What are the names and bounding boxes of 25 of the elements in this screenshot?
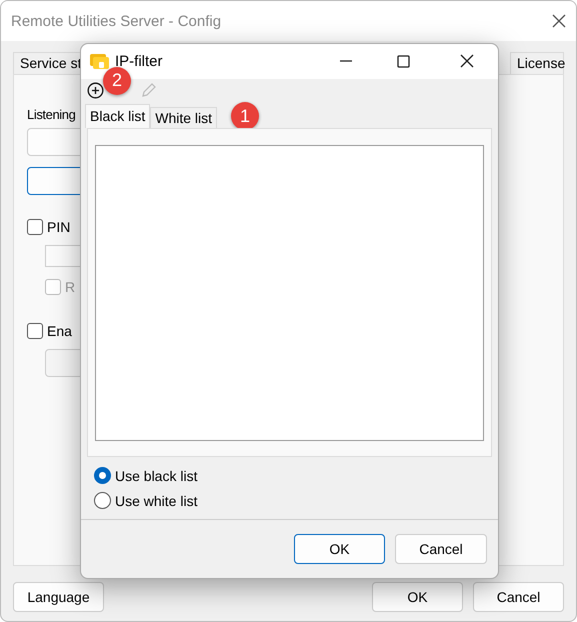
checkbox[interactable]: [27, 219, 43, 235]
language-button[interactable]: Language: [13, 582, 104, 612]
maximize-icon[interactable]: [397, 54, 410, 68]
checkbox-label: PIN: [47, 219, 70, 235]
close-icon[interactable]: [460, 54, 474, 68]
cancel-button[interactable]: Cancel: [473, 582, 564, 612]
window-title: Remote Utilities Server - Config: [11, 12, 222, 30]
tab[interactable]: Black list: [85, 104, 150, 128]
radio-label: Use white list: [115, 492, 198, 508]
checkbox-label: R: [65, 279, 76, 295]
radio-label: Use black list: [115, 468, 198, 484]
tab[interactable]: White list: [150, 107, 218, 128]
close-icon[interactable]: [552, 14, 566, 28]
checkbox[interactable]: [27, 323, 43, 339]
ok-button[interactable]: OK: [372, 582, 463, 612]
tab[interactable]: License: [510, 52, 564, 74]
ok-button[interactable]: OK: [294, 534, 385, 564]
radio-button[interactable]: [94, 467, 111, 484]
annotation-marker: 1: [231, 102, 260, 130]
section-label: Listening: [27, 107, 76, 122]
checkbox-label: Ena: [47, 323, 72, 339]
folder-lock-icon: [89, 52, 109, 70]
add-icon[interactable]: [87, 82, 104, 99]
radio-button[interactable]: [94, 492, 111, 509]
cancel-button[interactable]: Cancel: [395, 534, 487, 564]
